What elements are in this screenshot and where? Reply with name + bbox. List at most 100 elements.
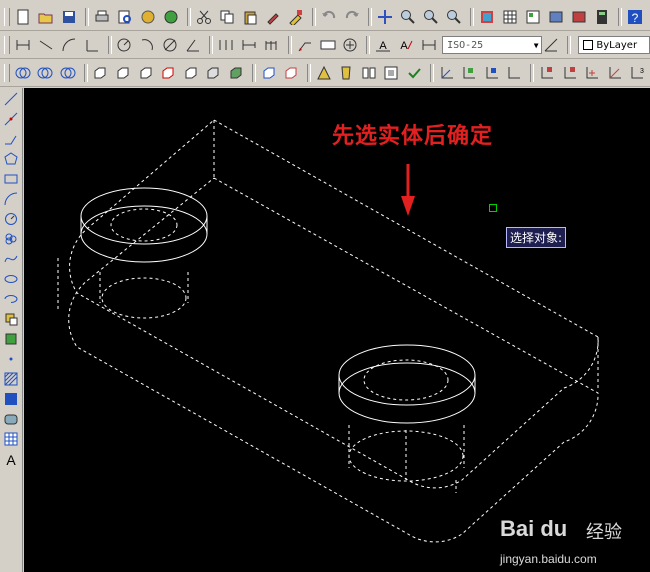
separate-icon[interactable] (359, 63, 379, 83)
zoom-realtime-icon[interactable] (398, 7, 418, 27)
drawing-canvas[interactable]: 先选实体后确定 选择对象: Bai du 经验 jingyan.baidu.co… (24, 88, 650, 572)
spline-icon[interactable] (2, 250, 20, 268)
paste-icon[interactable] (240, 7, 260, 27)
copy-icon[interactable] (217, 7, 237, 27)
color-faces-icon[interactable] (259, 63, 279, 83)
jogged-dim-icon[interactable] (137, 35, 157, 55)
circle-icon[interactable] (2, 210, 20, 228)
undo-icon[interactable] (319, 7, 339, 27)
quick-dim-icon[interactable] (216, 35, 236, 55)
ellipse-arc-icon[interactable] (2, 290, 20, 308)
new-file-icon[interactable] (13, 7, 33, 27)
layer-dropdown[interactable]: ByLayer (578, 36, 650, 54)
ucs-3point-icon[interactable]: 3 (628, 63, 648, 83)
leader-icon[interactable] (295, 35, 315, 55)
hatch-icon[interactable] (2, 370, 20, 388)
ucs-previous-icon[interactable] (482, 63, 502, 83)
angular-dim-icon[interactable] (183, 35, 203, 55)
baseline-dim-icon[interactable] (239, 35, 259, 55)
tool-palettes-icon[interactable] (523, 7, 543, 27)
ucs-view-icon[interactable] (560, 63, 580, 83)
extrude-faces-icon[interactable] (91, 63, 111, 83)
polyline-icon[interactable] (2, 130, 20, 148)
diameter-dim-icon[interactable] (160, 35, 180, 55)
region-icon[interactable] (2, 410, 20, 428)
move-faces-icon[interactable] (113, 63, 133, 83)
ordinate-dim-icon[interactable] (82, 35, 102, 55)
separator (368, 8, 372, 26)
print-preview-icon[interactable] (115, 7, 135, 27)
toolbar-grip[interactable] (4, 36, 10, 54)
check-icon[interactable] (404, 63, 424, 83)
ucs-icon[interactable] (437, 63, 457, 83)
cut-icon[interactable] (194, 7, 214, 27)
insert-block-icon[interactable] (2, 310, 20, 328)
help-icon[interactable]: ? (625, 7, 645, 27)
arc-icon[interactable] (2, 190, 20, 208)
gradient-icon[interactable] (2, 390, 20, 408)
delete-faces-icon[interactable] (158, 63, 178, 83)
construction-line-icon[interactable] (2, 110, 20, 128)
ucs-zaxis-icon[interactable] (605, 63, 625, 83)
dim-style-icon[interactable] (542, 35, 562, 55)
print-icon[interactable] (92, 7, 112, 27)
ucs-object-icon[interactable] (537, 63, 557, 83)
markup-icon[interactable] (569, 7, 589, 27)
calculator-icon[interactable] (592, 7, 612, 27)
separator (251, 64, 256, 82)
zoom-window-icon[interactable] (421, 7, 441, 27)
point-icon[interactable] (2, 350, 20, 368)
make-block-icon[interactable] (2, 330, 20, 348)
separator (429, 64, 434, 82)
table-icon[interactable] (2, 430, 20, 448)
toolbar-grip[interactable] (4, 64, 10, 82)
clean-icon[interactable] (337, 63, 357, 83)
dim-style-dropdown[interactable]: ISO-25 ▼ (442, 36, 542, 54)
zoom-previous-icon[interactable] (444, 7, 464, 27)
copy-edges-icon[interactable] (281, 63, 301, 83)
subtract-icon[interactable] (36, 63, 56, 83)
rotate-faces-icon[interactable] (181, 63, 201, 83)
baidu-watermark: Bai du 经验 jingyan.baidu.com (500, 512, 650, 570)
arc-length-icon[interactable] (59, 35, 79, 55)
toolbar-grip[interactable] (4, 8, 10, 26)
plot-icon[interactable] (161, 7, 181, 27)
design-center-icon[interactable] (500, 7, 520, 27)
center-mark-icon[interactable] (341, 35, 361, 55)
union-icon[interactable] (13, 63, 33, 83)
sheet-set-icon[interactable] (546, 7, 566, 27)
revision-cloud-icon[interactable] (2, 230, 20, 248)
copy-faces-icon[interactable] (226, 63, 246, 83)
chevron-down-icon[interactable]: ▼ (534, 41, 539, 50)
match-properties-icon[interactable] (263, 7, 283, 27)
dim-update-icon[interactable] (419, 35, 439, 55)
properties-icon[interactable] (477, 7, 497, 27)
publish-icon[interactable] (138, 7, 158, 27)
save-icon[interactable] (59, 7, 79, 27)
pan-icon[interactable] (375, 7, 395, 27)
dim-edit-icon[interactable]: A (373, 35, 393, 55)
shell-icon[interactable] (382, 63, 402, 83)
polygon-icon[interactable] (2, 150, 20, 168)
ucs-origin-icon[interactable] (582, 63, 602, 83)
block-editor-icon[interactable] (286, 7, 306, 27)
aligned-dim-icon[interactable] (36, 35, 56, 55)
dim-text-edit-icon[interactable]: A (396, 35, 416, 55)
taper-faces-icon[interactable] (204, 63, 224, 83)
rectangle-icon[interactable] (2, 170, 20, 188)
radius-dim-icon[interactable] (115, 35, 135, 55)
imprint-icon[interactable] (314, 63, 334, 83)
multiline-text-icon[interactable]: A (2, 450, 20, 468)
intersect-icon[interactable] (58, 63, 78, 83)
offset-faces-icon[interactable] (136, 63, 156, 83)
dimension-toolbar: A A ISO-25 ▼ ByLayer (0, 32, 650, 59)
open-file-icon[interactable] (36, 7, 56, 27)
ucs-world-icon[interactable] (459, 63, 479, 83)
redo-icon[interactable] (342, 7, 362, 27)
ucs-face-icon[interactable] (505, 63, 525, 83)
linear-dim-icon[interactable] (13, 35, 33, 55)
ellipse-icon[interactable] (2, 270, 20, 288)
tolerance-icon[interactable] (318, 35, 338, 55)
line-icon[interactable] (2, 90, 20, 108)
continue-dim-icon[interactable] (262, 35, 282, 55)
